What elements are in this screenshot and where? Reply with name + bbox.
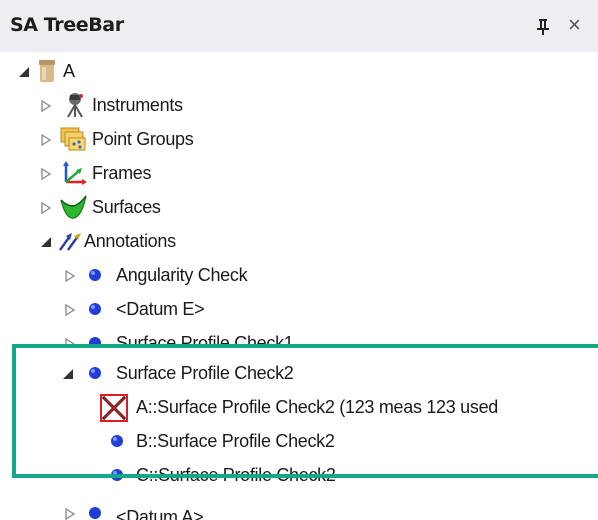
blue-dot-icon xyxy=(89,303,101,315)
tree-node-instruments[interactable]: Instruments xyxy=(0,88,598,122)
collapsed-triangle-icon[interactable] xyxy=(64,270,76,282)
collapsed-triangle-icon[interactable] xyxy=(64,508,76,520)
expanded-triangle-icon[interactable] xyxy=(40,236,52,248)
blue-dot-icon xyxy=(111,435,123,447)
tree-node-frames[interactable]: Frames xyxy=(0,156,598,190)
panel-titlebar: SA TreeBar × xyxy=(0,0,598,52)
tree-node-label: B::Surface Profile Check2 xyxy=(136,431,335,451)
blue-dot-icon xyxy=(89,507,101,519)
collapsed-triangle-icon[interactable] xyxy=(40,202,52,214)
expanded-triangle-icon[interactable] xyxy=(62,368,74,380)
point-groups-icon xyxy=(60,127,86,151)
tree-node-root[interactable]: A xyxy=(0,54,598,88)
blue-dot-icon xyxy=(111,469,123,481)
panel-title: SA TreeBar xyxy=(10,14,124,36)
surfaces-icon xyxy=(60,195,87,219)
instrument-tripod-icon xyxy=(67,93,83,118)
pin-icon[interactable] xyxy=(536,18,550,36)
tree-node-annotations[interactable]: Annotations xyxy=(0,224,598,258)
collection-jar-icon xyxy=(39,60,55,82)
blue-dot-icon xyxy=(89,269,101,281)
tree-node-child[interactable]: C::Surface Profile Check2 xyxy=(0,458,598,492)
tree-node-label: <Datum A> xyxy=(116,507,204,520)
collapsed-triangle-icon[interactable] xyxy=(64,338,76,344)
collapsed-triangle-icon[interactable] xyxy=(40,134,52,146)
tree-node-label: Surfaces xyxy=(92,197,161,217)
collapsed-triangle-icon[interactable] xyxy=(40,100,52,112)
tree-node-label: A xyxy=(63,61,75,81)
tree-node-label: A::Surface Profile Check2 (123 meas 123 … xyxy=(136,397,499,417)
failed-x-icon xyxy=(100,394,128,422)
tree-node-child[interactable]: A::Surface Profile Check2 (123 meas 123 … xyxy=(0,390,598,424)
close-button[interactable]: × xyxy=(568,12,581,38)
tree-view[interactable]: A Instruments Point Groups Frames Surfac… xyxy=(0,52,598,520)
collapsed-triangle-icon[interactable] xyxy=(40,168,52,180)
tree-node-annotation[interactable]: Angularity Check xyxy=(0,258,598,292)
tree-node-label: Surface Profile Check2 xyxy=(116,363,294,383)
collapsed-triangle-icon[interactable] xyxy=(64,304,76,316)
tree-node-label: Frames xyxy=(92,163,152,183)
tree-node-label: Surface Profile Check1 xyxy=(116,333,294,344)
tree-node-label: C::Surface Profile Check2 xyxy=(136,465,336,485)
tree-node-point-groups[interactable]: Point Groups xyxy=(0,122,598,156)
tree-node-surfaces[interactable]: Surfaces xyxy=(0,190,598,224)
tree-node-label: Angularity Check xyxy=(116,265,248,285)
tree-node-annotation-selected[interactable]: Surface Profile Check2 xyxy=(0,356,598,390)
tree-node-annotation[interactable]: <Datum A> xyxy=(0,498,598,520)
expanded-triangle-icon[interactable] xyxy=(18,66,30,78)
tree-node-label: Annotations xyxy=(84,231,176,251)
tree-node-label: Instruments xyxy=(92,95,183,115)
frames-axes-icon xyxy=(63,161,87,185)
tree-node-annotation[interactable]: <Datum E> xyxy=(0,292,598,326)
annotations-icon xyxy=(59,233,81,251)
tree-node-child[interactable]: B::Surface Profile Check2 xyxy=(0,424,598,458)
tree-node-label: <Datum E> xyxy=(116,299,205,319)
tree-node-annotation[interactable]: Surface Profile Check1 xyxy=(0,328,598,344)
blue-dot-icon xyxy=(89,337,101,344)
blue-dot-icon xyxy=(89,367,101,379)
tree-node-label: Point Groups xyxy=(92,129,194,149)
